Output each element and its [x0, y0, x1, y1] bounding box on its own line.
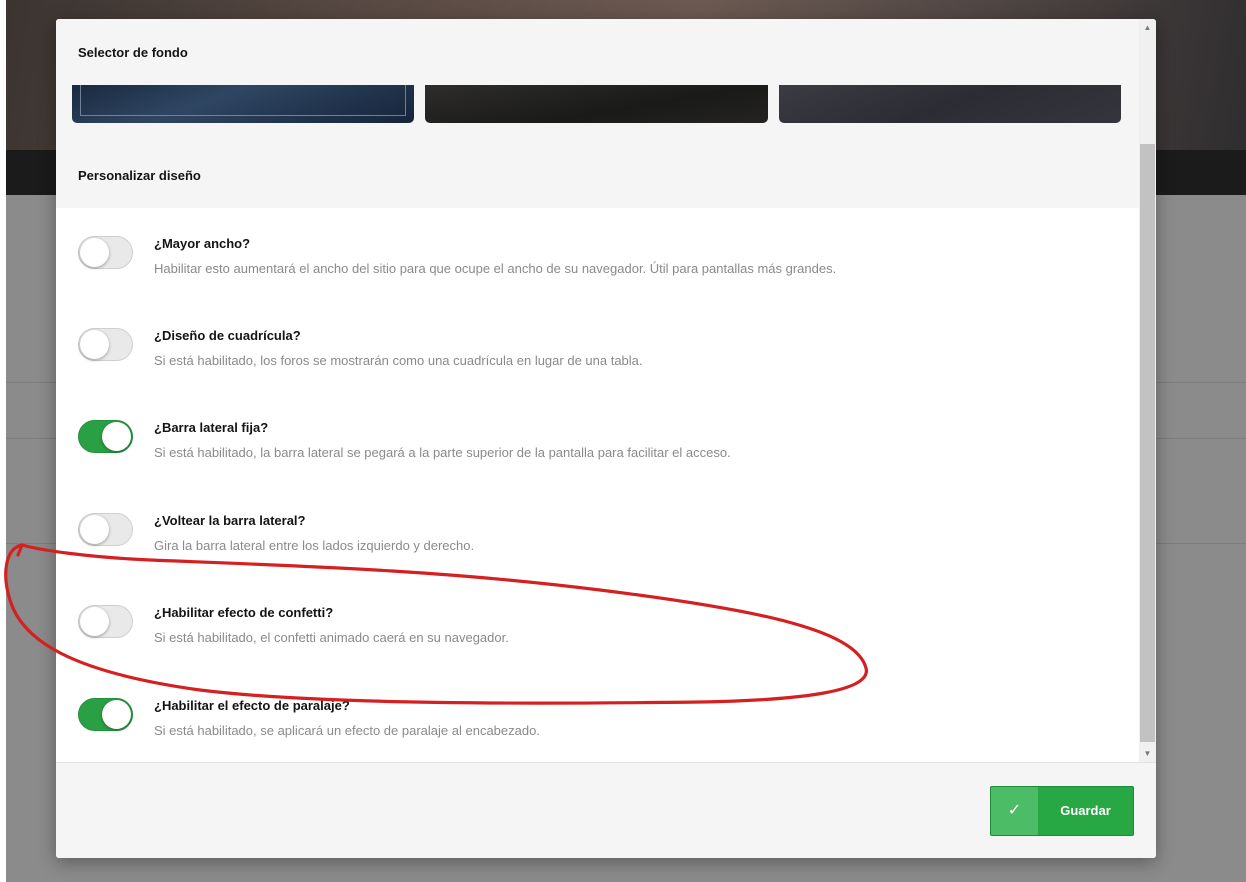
save-button[interactable]: ✓ Guardar [990, 786, 1134, 836]
checkmark-icon: ✓ [991, 787, 1038, 835]
customize-layout-header: Personalizar diseño [56, 140, 1139, 209]
toggle-switch[interactable] [78, 328, 133, 361]
toggle-switch[interactable] [78, 420, 133, 453]
option-label: ¿Voltear la barra lateral? [154, 513, 306, 528]
option-wide-layout: ¿Mayor ancho? Habilitar esto aumentará e… [56, 228, 1139, 298]
background-option-blue-waves[interactable] [72, 85, 414, 123]
option-label: ¿Barra lateral fija? [154, 420, 269, 435]
background-selector-header: Selector de fondo [56, 19, 1139, 86]
option-description: Habilitar esto aumentará el ancho del si… [154, 261, 837, 276]
option-label: ¿Habilitar el efecto de paralaje? [154, 698, 350, 713]
toggle-switch[interactable] [78, 605, 133, 638]
customize-layout-title: Personalizar diseño [78, 168, 201, 183]
toggle-switch[interactable] [78, 698, 133, 731]
option-flip-sidebar: ¿Voltear la barra lateral? Gira la barra… [56, 505, 1139, 575]
modal-scrollbar[interactable]: ▲ ▼ [1139, 19, 1156, 762]
option-label: ¿Habilitar efecto de confetti? [154, 605, 334, 620]
scroll-down-arrow-icon[interactable]: ▼ [1139, 745, 1156, 762]
toggle-switch[interactable] [78, 513, 133, 546]
toggle-knob [102, 700, 131, 729]
scroll-up-arrow-icon[interactable]: ▲ [1139, 19, 1156, 36]
option-description: Si está habilitado, el confetti animado … [154, 630, 509, 645]
option-description: Gira la barra lateral entre los lados iz… [154, 538, 475, 553]
toggle-switch[interactable] [78, 236, 133, 269]
toggle-knob [80, 330, 109, 359]
option-grid-layout: ¿Diseño de cuadrícula? Si está habilitad… [56, 320, 1139, 390]
toggle-knob [80, 607, 109, 636]
style-chooser-modal: Selector de fondo Personalizar diseño ¿M… [56, 19, 1156, 858]
option-label: ¿Mayor ancho? [154, 236, 251, 251]
background-selector-title: Selector de fondo [78, 45, 188, 60]
modal-footer: ✓ Guardar [56, 762, 1156, 858]
option-sticky-sidebar: ¿Barra lateral fija? Si está habilitado,… [56, 412, 1139, 482]
option-parallax: ¿Habilitar el efecto de paralaje? Si est… [56, 690, 1139, 760]
options-list: ¿Mayor ancho? Habilitar esto aumentará e… [56, 208, 1139, 762]
background-option-dark-water[interactable] [425, 85, 768, 123]
background-option-dark-polygons[interactable] [779, 85, 1121, 123]
toggle-knob [80, 238, 109, 267]
toggle-knob [80, 515, 109, 544]
option-label: ¿Diseño de cuadrícula? [154, 328, 301, 343]
option-description: Si está habilitado, la barra lateral se … [154, 445, 731, 460]
selected-indicator [80, 85, 406, 116]
save-button-label: Guardar [1060, 803, 1111, 818]
backdrop-edge [0, 0, 6, 882]
toggle-knob [102, 422, 131, 451]
option-description: Si está habilitado, se aplicará un efect… [154, 723, 540, 738]
option-description: Si está habilitado, los foros se mostrar… [154, 353, 643, 368]
scrollbar-thumb[interactable] [1140, 144, 1155, 742]
option-confetti: ¿Habilitar efecto de confetti? Si está h… [56, 597, 1139, 667]
